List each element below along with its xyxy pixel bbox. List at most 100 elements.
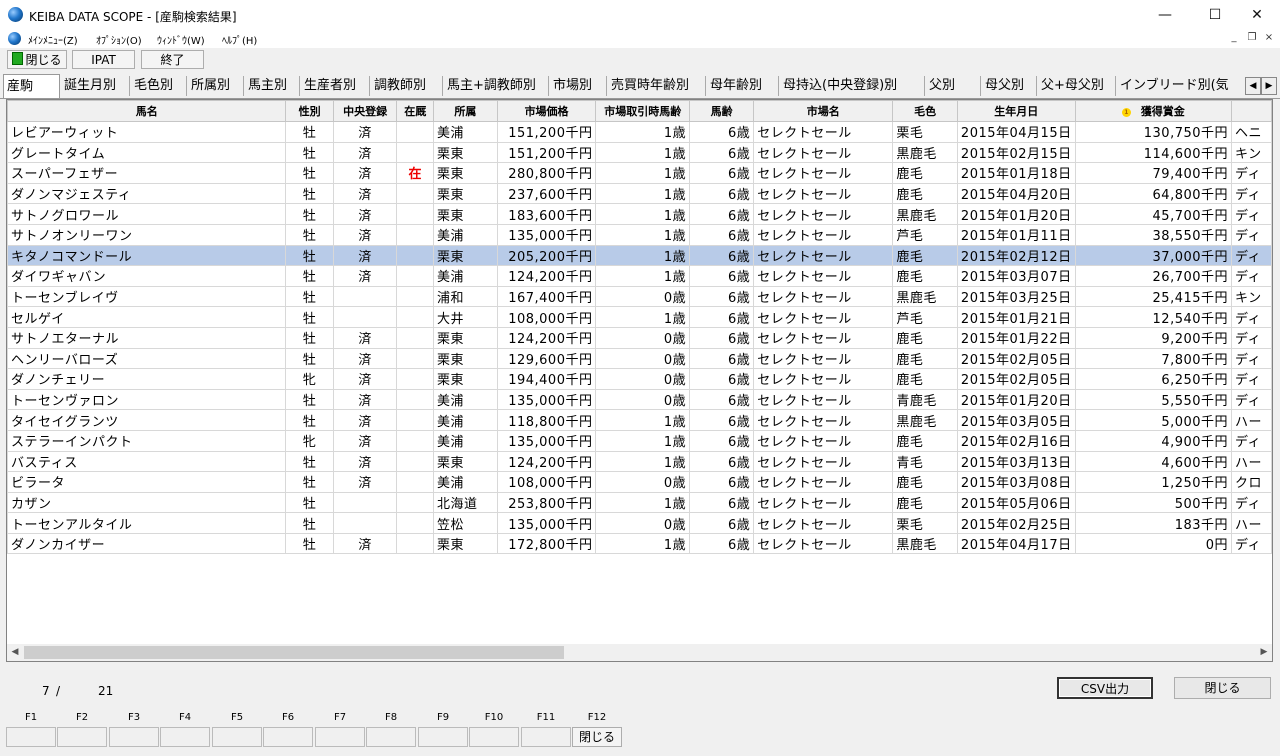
col-header-birthdate[interactable]: 生年月日 — [956, 100, 1076, 122]
result-grid[interactable]: 馬名 性別 中央登録 在厩 所属 市場価格 市場取引時馬齢 馬齢 市場名 毛色 … — [6, 99, 1273, 662]
close-window-button[interactable]: ✕ — [1234, 0, 1280, 30]
col-header-sex[interactable]: 性別 — [285, 100, 334, 122]
fkey-button-f5[interactable] — [212, 727, 262, 747]
toolbar-close-button[interactable]: 閉じる — [7, 50, 67, 69]
fkey-button-f3[interactable] — [109, 727, 159, 747]
fkey-button-f1[interactable] — [6, 727, 56, 747]
table-row[interactable]: トーセンアルタイル牡 笠松 135,000千円 0歳 6歳 セレクトセール 栗毛 2015年0… — [7, 512, 1272, 534]
cell-affiliation: 栗東 — [433, 326, 498, 349]
table-row[interactable]: カザン牡 北海道 253,800千円 1歳 6歳 セレクトセール 鹿毛 2015年05月06日… — [7, 491, 1272, 514]
col-header-sale-age[interactable]: 市場取引時馬齢 — [595, 100, 691, 122]
fkey-button-f10[interactable] — [469, 727, 519, 747]
table-row[interactable]: ダノンチェリー牝済 栗東 194,400千円 0歳 6歳 セレクトセール 鹿毛 2015年02… — [7, 368, 1272, 390]
cell-earnings: 130,750千円 — [1074, 121, 1233, 143]
tab-broodmare-sire[interactable]: 母父別 — [982, 76, 1037, 96]
fkey-button-f12[interactable]: 閉じる — [572, 727, 622, 747]
horizontal-scrollbar[interactable]: ◀ ▶ — [7, 644, 1272, 661]
col-header-market-price[interactable]: 市場価格 — [496, 100, 597, 122]
tab-inbreed[interactable]: インブリード別(気 — [1117, 76, 1243, 96]
mdi-minimize-button[interactable]: _ — [1226, 32, 1242, 46]
table-row[interactable]: キタノコマンドール牡済 栗東 205,200千円 1歳 6歳 セレクトセール 鹿毛 2015年… — [7, 244, 1272, 267]
table-row[interactable]: サトノエターナル牡済 栗東 124,200千円 0歳 6歳 セレクトセール 鹿毛 2015年0… — [7, 326, 1272, 349]
table-row[interactable]: トーセンヴァロン牡済 美浦 135,000千円 0歳 6歳 セレクトセール 青鹿毛 2015年… — [7, 388, 1272, 411]
cell-earnings: 38,550千円 — [1074, 223, 1233, 246]
cell-sale-age: 0歳 — [595, 347, 691, 370]
tab-scroll-right-icon[interactable]: ▶ — [1261, 77, 1277, 95]
tab-sire[interactable]: 父別 — [926, 76, 981, 96]
tab-breeder[interactable]: 生産者別 — [301, 76, 370, 96]
cell-sire: ハー — [1231, 512, 1272, 534]
fkey-button-f11[interactable] — [521, 727, 571, 747]
fkey-button-f4[interactable] — [160, 727, 210, 747]
col-header-sire[interactable] — [1231, 100, 1272, 122]
table-row[interactable]: ダノンマジェスティ牡済 栗東 237,600千円 1歳 6歳 セレクトセール 鹿毛 2015年… — [7, 182, 1272, 205]
table-row[interactable]: レビアーウィット牡済 美浦 151,200千円 1歳 6歳 セレクトセール 栗毛 2015年0… — [7, 121, 1272, 143]
tab-owner-trainer[interactable]: 馬主+調教師別 — [444, 76, 549, 96]
minimize-button[interactable]: — — [1142, 0, 1188, 30]
fkey-button-f8[interactable] — [366, 727, 416, 747]
table-row[interactable]: サトノオンリーワン牡済 美浦 135,000千円 1歳 6歳 セレクトセール 芦毛 2015年… — [7, 223, 1272, 246]
maximize-button[interactable]: ☐ — [1192, 0, 1238, 30]
table-row[interactable]: タイセイグランツ牡済 美浦 118,800千円 1歳 6歳 セレクトセール 黒鹿毛 2015年… — [7, 409, 1272, 431]
mdi-restore-button[interactable]: ❐ — [1244, 32, 1260, 46]
cell-market-price: 108,000千円 — [496, 471, 597, 493]
csv-export-button[interactable]: CSV出力 — [1057, 677, 1153, 699]
table-row[interactable]: ヘンリーバローズ牡済 栗東 129,600千円 0歳 6歳 セレクトセール 鹿毛 2015年0… — [7, 347, 1272, 370]
table-row[interactable]: サトノグロワール牡済 栗東 183,600千円 1歳 6歳 セレクトセール 黒鹿毛 2015年… — [7, 203, 1272, 225]
table-row[interactable]: グレートタイム牡済 栗東 151,200千円 1歳 6歳 セレクトセール 黒鹿毛 2015年0… — [7, 141, 1272, 164]
table-row[interactable]: セルゲイ牡 大井 108,000千円 1歳 6歳 セレクトセール 芦毛 2015年01月21日… — [7, 306, 1272, 328]
tab-dam-age[interactable]: 母年齢別 — [707, 76, 779, 96]
col-header-market-name[interactable]: 市場名 — [753, 100, 894, 122]
cell-name: トーセンブレイヴ — [7, 285, 287, 308]
col-header-earnings[interactable]: 1 獲得賞金 — [1074, 100, 1233, 122]
fkey-button-f2[interactable] — [57, 727, 107, 747]
cell-stabled — [396, 450, 435, 473]
fkey-button-f7[interactable] — [315, 727, 365, 747]
table-row[interactable]: ビラータ牡済 美浦 108,000千円 0歳 6歳 セレクトセール 鹿毛 2015年03月08… — [7, 471, 1272, 493]
fkey-button-f9[interactable] — [418, 727, 468, 747]
tab-affiliation[interactable]: 所属別 — [188, 76, 244, 96]
tab-market[interactable]: 市場別 — [550, 76, 607, 96]
table-row[interactable]: ダイワギャバン牡済 美浦 124,200千円 1歳 6歳 セレクトセール 鹿毛 2015年03… — [7, 265, 1272, 287]
col-header-affiliation[interactable]: 所属 — [433, 100, 498, 122]
mdi-globe-icon[interactable] — [8, 32, 21, 45]
mdi-close-button[interactable]: × — [1261, 32, 1277, 46]
menu-bar: ﾒｲﾝﾒﾆｭｰ(Z) ｵﾌﾟｼｮﾝ(O) ｳｨﾝﾄﾞｳ(W) ﾍﾙﾌﾟ(H) _… — [0, 30, 1280, 48]
cell-market-name: セレクトセール — [753, 326, 894, 349]
cell-central-reg: 済 — [332, 141, 398, 164]
tab-scroll-left-icon[interactable]: ◀ — [1245, 77, 1261, 95]
table-row[interactable]: スーパーフェザー牡済在栗東 280,800千円 1歳 6歳 セレクトセール 鹿毛 2015年… — [7, 162, 1272, 184]
table-row[interactable]: トーセンブレイヴ牡 浦和 167,400千円 0歳 6歳 セレクトセール 黒鹿毛 2015年0… — [7, 285, 1272, 308]
tab-sanku[interactable]: 産駒 — [3, 74, 60, 98]
tab-sale-age[interactable]: 売買時年齢別 — [608, 76, 706, 96]
close-button[interactable]: 閉じる — [1174, 677, 1271, 699]
tab-owner[interactable]: 馬主別 — [245, 76, 300, 96]
scroll-thumb[interactable] — [24, 646, 564, 659]
menu-options[interactable]: ｵﾌﾟｼｮﾝ(O) — [96, 32, 142, 47]
menu-main[interactable]: ﾒｲﾝﾒﾆｭｰ(Z) — [28, 32, 78, 47]
table-row[interactable]: ステラーインパクト牝済 美浦 135,000千円 1歳 6歳 セレクトセール 鹿毛 2015年… — [7, 429, 1272, 452]
col-header-age[interactable]: 馬齢 — [689, 100, 755, 122]
tab-trainer[interactable]: 調教師別 — [371, 76, 443, 96]
col-header-name[interactable]: 馬名 — [7, 100, 287, 122]
exit-button[interactable]: 終了 — [141, 50, 204, 69]
col-header-stabled[interactable]: 在厩 — [396, 100, 435, 122]
col-header-coat[interactable]: 毛色 — [892, 100, 958, 122]
cell-market-price: 172,800千円 — [496, 532, 597, 555]
scroll-left-icon[interactable]: ◀ — [7, 645, 23, 660]
fkey-button-f6[interactable] — [263, 727, 313, 747]
table-row[interactable]: バスティス牡済 栗東 124,200千円 1歳 6歳 セレクトセール 青毛 2015年03月1… — [7, 450, 1272, 473]
table-row[interactable]: ダノンカイザー牡済 栗東 172,800千円 1歳 6歳 セレクトセール 黒鹿毛 2015年0… — [7, 532, 1272, 555]
tab-sire-bms[interactable]: 父+母父別 — [1038, 76, 1116, 96]
scroll-right-icon[interactable]: ▶ — [1256, 645, 1272, 660]
menu-help[interactable]: ﾍﾙﾌﾟ(H) — [222, 32, 257, 47]
cell-stabled — [396, 409, 435, 431]
tab-dam-import[interactable]: 母持込(中央登録)別 — [780, 76, 925, 96]
cell-central-reg: 済 — [332, 471, 398, 493]
ipat-button[interactable]: IPAT — [72, 50, 135, 69]
col-header-central-reg[interactable]: 中央登録 — [332, 100, 398, 122]
menu-window[interactable]: ｳｨﾝﾄﾞｳ(W) — [157, 32, 205, 47]
tab-birth-month[interactable]: 誕生月別 — [61, 76, 130, 96]
tab-coat-color[interactable]: 毛色別 — [131, 76, 187, 96]
cell-sire: ハー — [1231, 450, 1272, 473]
